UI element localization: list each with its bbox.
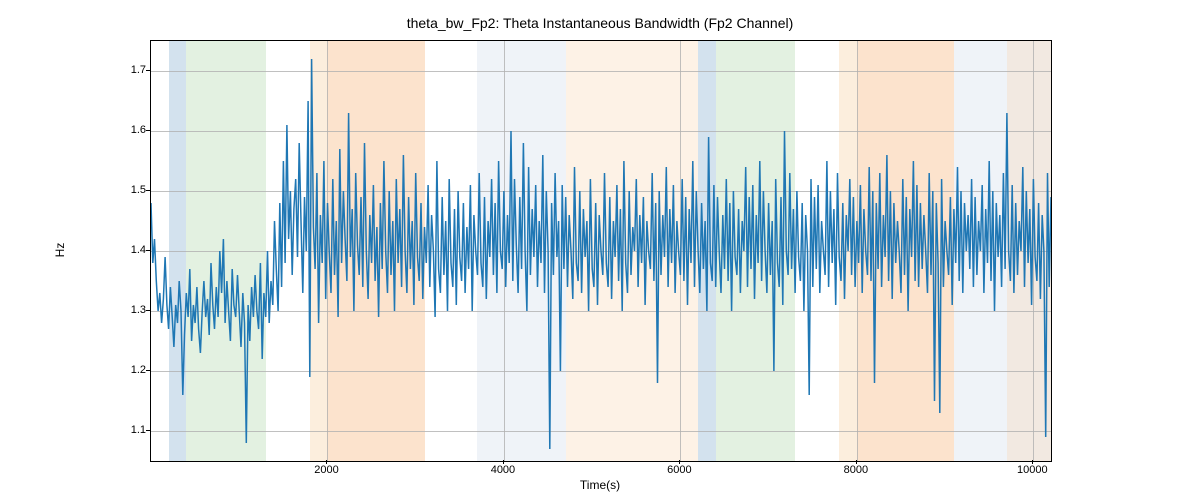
- y-tick-label: 1.6: [106, 124, 146, 136]
- x-tick-label: 4000: [491, 464, 515, 476]
- y-tick-label: 1.1: [106, 424, 146, 436]
- x-tick-label: 6000: [667, 464, 691, 476]
- chart-container: theta_bw_Fp2: Theta Instantaneous Bandwi…: [0, 0, 1200, 500]
- chart-title: theta_bw_Fp2: Theta Instantaneous Bandwi…: [0, 15, 1200, 31]
- y-tick-label: 1.4: [106, 244, 146, 256]
- x-tick-label: 8000: [844, 464, 868, 476]
- y-tick-label: 1.2: [106, 364, 146, 376]
- x-axis-label: Time(s): [0, 478, 1200, 492]
- x-tick-label: 10000: [1017, 464, 1048, 476]
- x-tick-label: 2000: [314, 464, 338, 476]
- data-line: [151, 41, 1051, 461]
- y-tick-label: 1.3: [106, 304, 146, 316]
- y-tick-label: 1.5: [106, 184, 146, 196]
- y-axis-label: Hz: [53, 243, 67, 258]
- plot-area: [150, 40, 1052, 462]
- y-tick-label: 1.7: [106, 64, 146, 76]
